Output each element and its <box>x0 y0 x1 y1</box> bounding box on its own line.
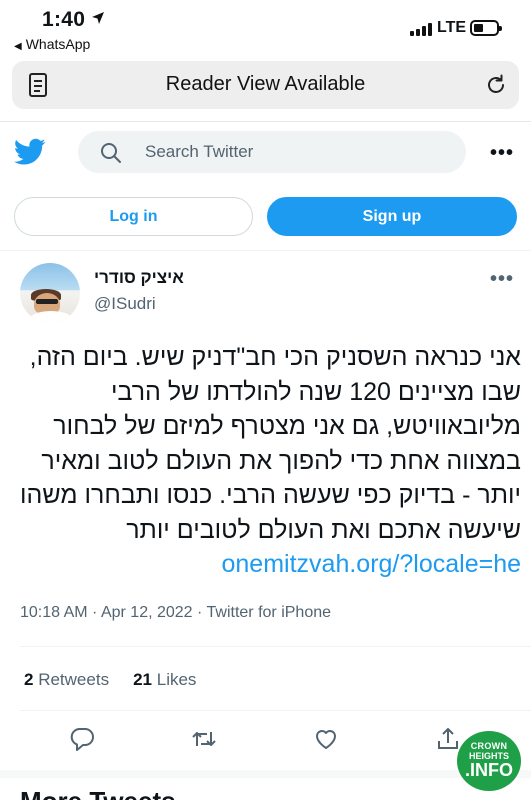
reload-icon[interactable] <box>484 73 508 97</box>
twitter-header: Search Twitter ••• <box>0 122 531 184</box>
back-app-label: WhatsApp <box>25 36 91 52</box>
more-icon[interactable]: ••• <box>490 142 514 165</box>
likes-stat[interactable]: 21 Likes <box>133 670 196 689</box>
signal-icon <box>410 23 432 36</box>
author-name[interactable]: איציק סודרי <box>94 268 184 288</box>
tweet-source[interactable]: Twitter for iPhone <box>207 604 332 621</box>
search-placeholder: Search Twitter <box>145 142 254 161</box>
reply-icon[interactable] <box>69 726 95 752</box>
tweet-meta: 10:18 AM · Apr 12, 2022 · Twitter for iP… <box>20 604 332 621</box>
status-bar: 1:40 ◀ WhatsApp LTE <box>0 0 531 58</box>
tweet-actions <box>0 722 531 762</box>
search-box[interactable]: Search Twitter <box>78 131 466 173</box>
avatar[interactable] <box>20 263 80 323</box>
retweets-label: Retweets <box>38 670 110 689</box>
tweet-date[interactable]: Apr 12, 2022 <box>101 604 193 621</box>
likes-count: 21 <box>133 670 152 689</box>
network-label: LTE <box>437 19 467 36</box>
header-divider <box>0 250 531 251</box>
twitter-bird-icon[interactable] <box>14 138 46 166</box>
tweet-time[interactable]: 10:18 AM <box>20 604 88 621</box>
retweet-icon[interactable] <box>191 726 217 752</box>
likes-label: Likes <box>156 670 197 689</box>
reader-view-banner: Reader View Available <box>165 73 366 95</box>
tweet-more-icon[interactable]: ••• <box>490 268 514 291</box>
tweet-stats: 2 Retweets 21 Likes <box>24 670 196 690</box>
retweets-count: 2 <box>24 670 34 689</box>
location-arrow-icon <box>92 12 104 24</box>
like-icon[interactable] <box>313 726 339 752</box>
login-button[interactable]: Log in <box>14 197 253 236</box>
back-to-app-link[interactable]: ◀ WhatsApp <box>14 36 90 52</box>
status-time: 1:40 <box>42 8 86 31</box>
stats-divider <box>20 710 531 711</box>
watermark-line1: CROWN <box>470 741 508 751</box>
search-icon <box>101 143 121 163</box>
author-handle[interactable]: @ISudri <box>94 294 156 314</box>
tweet-text: אני כנראה השסניק הכי חב"דניק שיש. ביום ה… <box>16 340 521 582</box>
address-bar[interactable]: Reader View Available <box>12 61 519 109</box>
signup-button[interactable]: Sign up <box>267 197 517 236</box>
more-tweets-heading: More Tweets <box>20 786 176 800</box>
back-triangle-icon: ◀ <box>14 41 22 52</box>
battery-icon <box>470 20 502 36</box>
watermark-logo: CROWN HEIGHTS .INFO <box>457 731 521 791</box>
watermark-line3: .INFO <box>465 760 513 780</box>
tweet-link[interactable]: onemitzvah.org/?locale=he <box>222 550 522 578</box>
retweets-stat[interactable]: 2 Retweets <box>24 670 109 689</box>
tweet-body-text: אני כנראה השסניק הכי חב"דניק שיש. ביום ה… <box>20 343 521 544</box>
browser-toolbar: Reader View Available <box>0 58 531 122</box>
meta-divider <box>20 646 531 647</box>
section-divider <box>0 770 531 778</box>
